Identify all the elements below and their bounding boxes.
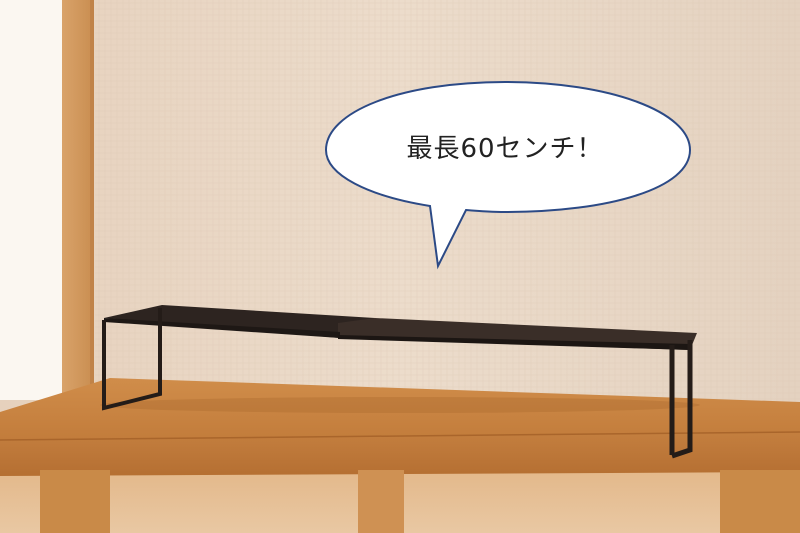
cabinet-divider-left	[40, 470, 110, 533]
photo-scene	[0, 0, 800, 533]
window-light	[0, 0, 62, 400]
wooden-post-edge	[90, 0, 94, 400]
cabinet-divider-middle	[358, 470, 404, 533]
speech-bubble-text: 最長60センチ！	[406, 134, 604, 164]
cabinet-divider-right	[720, 470, 800, 533]
rack-shadow	[100, 397, 700, 413]
wooden-post	[62, 0, 94, 400]
